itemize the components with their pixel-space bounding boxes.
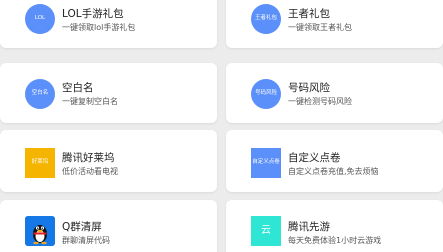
lol-icon: LOL <box>25 4 55 34</box>
card-subtitle: 一键检测号码风险 <box>288 97 352 106</box>
card-title: 号码风险 <box>288 82 330 94</box>
card-subtitle: 一键领取王者礼包 <box>288 23 352 32</box>
custom-points-icon: 自定义点卷 <box>251 148 281 178</box>
card-custom-points[interactable]: 自定义点卷 自定义点卷 自定义点卷充值,免去烦恼 <box>226 130 443 192</box>
card-honor-of-kings-gift[interactable]: 王者礼包 王者礼包 一键领取王者礼包 <box>226 0 443 48</box>
tencent-hollywood-icon: 好莱坞 <box>25 148 55 178</box>
honor-of-kings-icon: 王者礼包 <box>251 4 281 34</box>
card-subtitle: 一键领取lol手游礼包 <box>62 23 136 32</box>
tencent-start-cloud-icon: 云 <box>251 216 281 246</box>
card-title: 腾讯先游 <box>288 221 330 233</box>
card-subtitle: 自定义点卷充值,免去烦恼 <box>288 167 379 176</box>
card-subtitle: 低价活动看电视 <box>62 167 118 176</box>
card-tencent-start[interactable]: 云 腾讯先游 每天免费体验1小时云游戏 <box>226 200 443 252</box>
qq-penguin-icon-svg <box>25 216 55 246</box>
blank-name-icon: 空白名 <box>25 79 55 109</box>
card-subtitle: 一键复制空白名 <box>62 97 118 106</box>
card-title: Q群清屏 <box>62 221 102 233</box>
number-risk-icon: 号码风险 <box>251 79 281 109</box>
card-title: 腾讯好莱坞 <box>62 152 115 164</box>
card-title: 自定义点卷 <box>288 152 341 164</box>
card-title: 空白名 <box>62 82 94 94</box>
card-number-risk[interactable]: 号码风险 号码风险 一键检测号码风险 <box>226 63 443 123</box>
card-q-group-clear[interactable]: Q群清屏 群聊清屏代码 <box>0 200 217 252</box>
card-blank-name[interactable]: 空白名 空白名 一键复制空白名 <box>0 63 217 123</box>
qq-penguin-icon <box>25 216 55 246</box>
feature-grid: LOL LOL手游礼包 一键领取lol手游礼包 王者礼包 王者礼包 一键领取王者… <box>0 0 443 252</box>
card-title: 王者礼包 <box>288 8 330 20</box>
card-subtitle: 群聊清屏代码 <box>62 236 110 245</box>
card-tencent-hollywood[interactable]: 好莱坞 腾讯好莱坞 低价活动看电视 <box>0 130 217 192</box>
card-subtitle: 每天免费体验1小时云游戏 <box>288 236 382 245</box>
card-title: LOL手游礼包 <box>62 8 124 20</box>
card-lol-gift[interactable]: LOL LOL手游礼包 一键领取lol手游礼包 <box>0 0 217 48</box>
